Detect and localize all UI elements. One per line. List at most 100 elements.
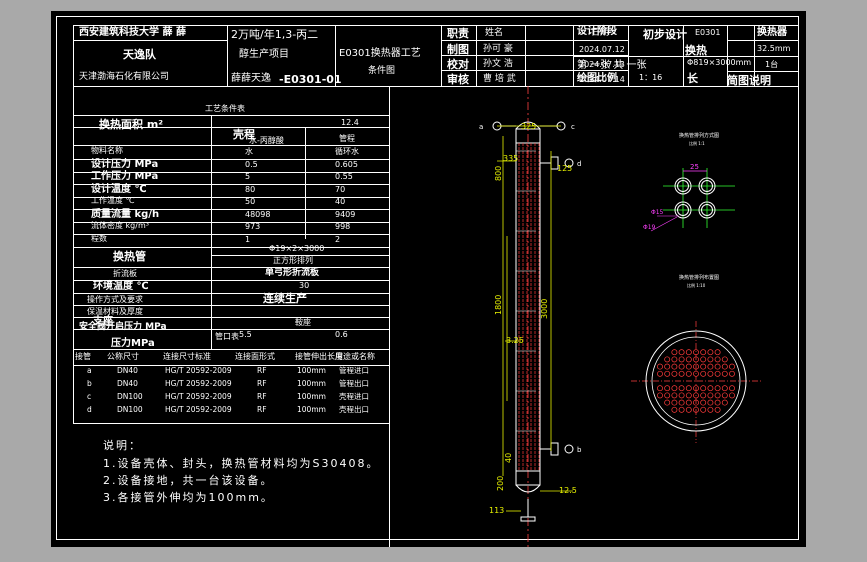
condition-divider-7 (73, 246, 390, 248)
operation-value: 连续生产 (263, 292, 307, 305)
nozzle-face-3: RF (257, 405, 267, 414)
note-line-1: 2.设备接地，共一台该设备。 (103, 474, 274, 487)
nozzle-std-2: HG/T 20592-2009 (165, 392, 232, 401)
condition-divider-6 (73, 234, 390, 235)
condition-tube-2: 0.55 (335, 172, 353, 181)
area-value: 32.5mm (757, 44, 791, 53)
nozzle-id-2: c (87, 392, 92, 401)
condition-tube-7: 2 (335, 234, 341, 244)
condition-tube-1: 0.605 (335, 159, 358, 169)
support-value: 鞍座 (295, 318, 311, 327)
nozzle-std-0: HG/T 20592-2009 (165, 366, 232, 375)
nozzle-face-0: RF (257, 366, 267, 375)
safety-tube: 0.6 (335, 330, 348, 339)
role-header: 职责 (447, 27, 469, 40)
condition-label-0: 物料名称 (91, 146, 123, 155)
area-label: 换热面积 m² (99, 118, 164, 131)
nozzle-use-0: 管程进口 (339, 366, 369, 375)
operation-label: 操作方式及要求 (87, 295, 143, 304)
title-block: 西安建筑科技大学 薛 薛 天逸队 天津渤海石化有限公司 2万吨/年1,3-丙二 … (73, 25, 798, 87)
scale-label: 绘图比例 (577, 73, 617, 84)
note-line-2: 3.各接管外伸均为100mm。 (103, 491, 274, 504)
condition-shell-3: 80 (245, 184, 256, 194)
nozzle-table-title: 管口表 (215, 332, 239, 341)
nozzle-face-1: RF (257, 379, 267, 388)
scale-value: 1：16 (639, 73, 663, 82)
condition-shell-0: 水 (245, 147, 253, 156)
equipment-code: E0301 (695, 28, 721, 37)
safety-label: 安全阀开启压力 MPa (79, 322, 167, 332)
exchanger-type: 换热器 (757, 27, 787, 38)
project-line-2: 醇生产项目 (239, 49, 289, 60)
nozzle-header-0: 接管 (75, 352, 91, 361)
company-name: 天津渤海石化有限公司 (79, 72, 170, 82)
ambient-value: 30 (299, 281, 310, 290)
nozzle-table: 管口表 压力MPa 接管 公称尺寸 连接尺寸标准 连接面形式 接管伸出长度 用途或名称 a… (73, 333, 390, 424)
role-0: 制图 (447, 43, 469, 56)
nozzle-id-3: d (87, 405, 92, 414)
safety-shell: 5.5 (239, 330, 252, 339)
nozzle-len-1: 100mm (297, 379, 326, 388)
condition-label-7: 程数 (91, 233, 107, 243)
condition-label-4: 工作温度 ℃ (91, 196, 135, 205)
drawing-code: -E0301-01 (279, 73, 342, 86)
conditions-title: 工艺条件表 (205, 104, 245, 113)
insulation-label: 保温材料及厚度 (87, 307, 143, 316)
drawing-title-2: 条件图 (368, 66, 396, 76)
tube-arrangement: 正方形排列 (273, 256, 313, 265)
tube-column: 管程 (339, 134, 355, 143)
nozzle-len-3: 100mm (297, 405, 326, 414)
nozzle-len-2: 100mm (297, 392, 326, 401)
note-line-0: 1.设备壳体、封头，换热管材料均为S30408。 (103, 457, 380, 470)
nozzle-header-5: 用途或名称 (335, 352, 375, 361)
condition-label-1: 设计压力 MPa (91, 158, 159, 170)
condition-tube-5: 9409 (335, 209, 356, 219)
ambient-label: 环境温度 ℃ (93, 281, 149, 292)
drawing-title-1: E0301换热器工艺 (339, 48, 421, 59)
role-name-0: 孙可 豪 (483, 44, 513, 54)
nozzle-use-1: 管程出口 (339, 379, 369, 388)
condition-tube-4: 40 (335, 197, 346, 206)
safety-unit: 压力MPa (111, 338, 155, 349)
condition-label-3: 设计温度 ℃ (91, 183, 147, 195)
name-header: 姓名 (485, 28, 504, 38)
stage-value: 初步设计 (643, 28, 687, 41)
baffle-label: 折流板 (113, 269, 137, 278)
nozzle-header-2: 连接尺寸标准 (163, 352, 211, 361)
author-name: 薛薛天逸 (231, 73, 271, 84)
nozzle-id-0: a (87, 366, 92, 375)
flag-long: 长 (687, 72, 698, 85)
condition-shell-2: 5 (245, 172, 251, 181)
nozzle-header-3: 连接面形式 (235, 352, 275, 361)
condition-shell-4: 50 (245, 197, 256, 206)
condition-label-6: 流体密度 kg/m³ (91, 221, 149, 230)
equipment-size: Φ819×3000mm (687, 58, 752, 67)
condition-shell-6: 973 (245, 222, 261, 231)
stage-label: 设计阶段 (577, 26, 617, 37)
nozzle-len-0: 100mm (297, 366, 326, 375)
notes-title: 说明： (103, 439, 142, 452)
sheet-info: 第 一张 共 一张 (577, 60, 647, 71)
notes-section: 说明： 1.设备壳体、封头，换热管材料均为S30408。 2.设备接地，共一台该设… (73, 424, 390, 544)
condition-label-5: 质量流量 kg/h (91, 208, 160, 220)
nozzle-dn-3: DN100 (117, 405, 143, 414)
nozzle-header-1: 公称尺寸 (107, 352, 139, 361)
condition-shell-7: 1 (245, 234, 251, 244)
project-line-1: 2万吨/年1,3-丙二 (231, 28, 319, 41)
role-name-2: 曹 培 武 (483, 74, 516, 84)
shell-medium: 水-丙醇酸 (249, 136, 284, 145)
team-name: 天逸队 (123, 48, 156, 61)
role-date-0: 2024.07.12 (579, 45, 625, 54)
quantity: 1台 (765, 60, 779, 69)
baffle-value: 单弓形折流板 (265, 268, 320, 278)
drawing-sheet: 西安建筑科技大学 薛 薛 天逸队 天津渤海石化有限公司 2万吨/年1,3-丙二 … (51, 11, 806, 547)
nozzle-dn-1: DN40 (117, 379, 138, 388)
flag-label: 换热 (685, 44, 707, 57)
tube-label: 换热管 (113, 250, 146, 263)
area-value: 12.4 (341, 118, 359, 127)
role-name-1: 孙文 浩 (483, 59, 513, 69)
condition-tube-3: 70 (335, 184, 346, 194)
condition-tube-6: 998 (335, 222, 351, 231)
condition-tube-0: 循环水 (335, 147, 359, 156)
condition-label-2: 工作压力 MPa (91, 171, 159, 182)
